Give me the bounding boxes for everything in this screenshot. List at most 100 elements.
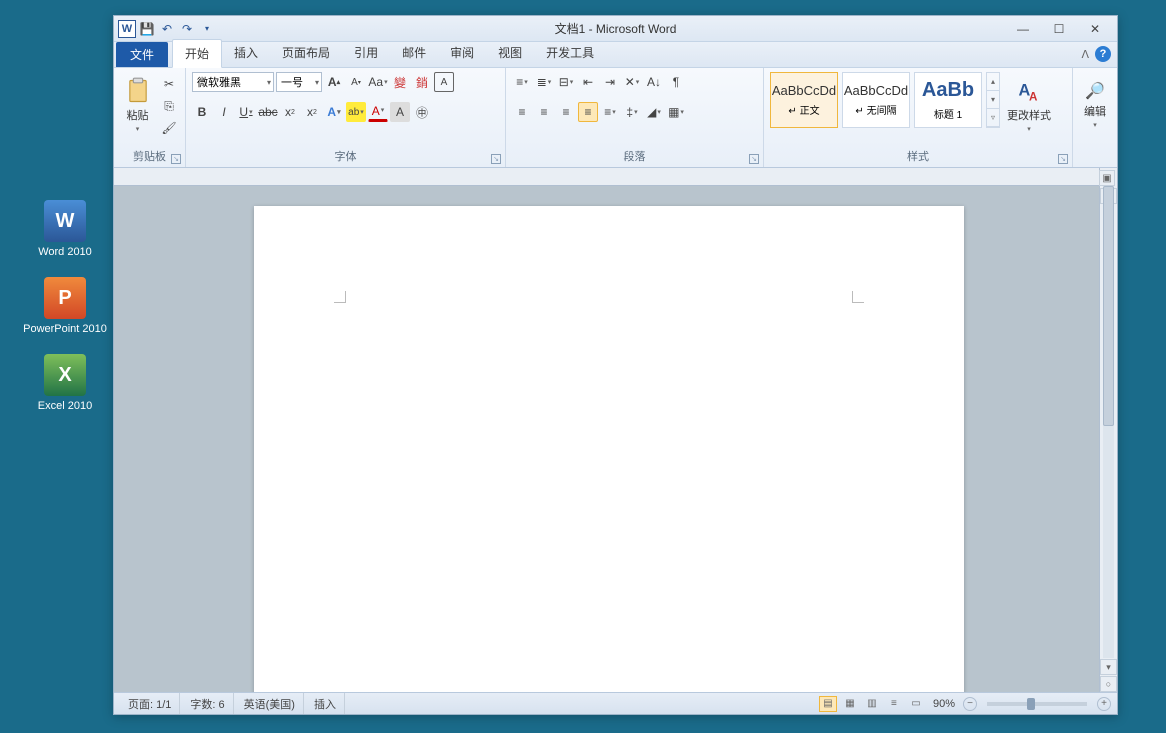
strikethrough-icon[interactable]: abc <box>258 102 278 122</box>
group-styles-label: 样式 <box>770 146 1066 167</box>
shading-icon[interactable]: ◢ <box>644 102 664 122</box>
subscript-icon[interactable]: x2 <box>280 102 300 122</box>
view-full-screen-icon[interactable]: ▦ <box>841 696 859 712</box>
zoom-in-button[interactable]: + <box>1097 697 1111 711</box>
line-spacing-icon[interactable]: ‡ <box>622 102 642 122</box>
page[interactable] <box>254 206 964 692</box>
tab-4[interactable]: 邮件 <box>390 39 438 67</box>
show-marks-icon[interactable]: ¶ <box>666 72 686 92</box>
minimize-ribbon-icon[interactable]: ᐱ <box>1081 48 1089 61</box>
style-item-0[interactable]: AaBbCcDd↵ 正文 <box>770 72 838 128</box>
justify-icon[interactable]: ≡ <box>578 102 598 122</box>
clear-formatting-icon[interactable]: 銷 <box>412 72 432 92</box>
editing-button[interactable]: 🔎 编辑 ▾ <box>1079 72 1111 138</box>
character-border-icon[interactable]: A <box>434 72 454 92</box>
horizontal-ruler[interactable] <box>114 168 1099 186</box>
bullets-icon[interactable]: ≡ <box>512 72 532 92</box>
view-draft-icon[interactable]: ▭ <box>907 696 925 712</box>
paragraph-launcher[interactable]: ↘ <box>749 154 759 164</box>
scroll-thumb[interactable] <box>1103 186 1114 426</box>
tab-0[interactable]: 开始 <box>172 39 222 68</box>
maximize-button[interactable]: ☐ <box>1045 20 1073 38</box>
undo-icon[interactable]: ↶ <box>158 20 176 38</box>
close-button[interactable]: ✕ <box>1081 20 1109 38</box>
styles-expand-icon[interactable]: ▿ <box>987 109 999 127</box>
decrease-indent-icon[interactable]: ⇤ <box>578 72 598 92</box>
font-color-icon[interactable]: A <box>368 102 388 122</box>
highlight-icon[interactable]: ab <box>346 102 366 122</box>
help-icon[interactable]: ? <box>1095 46 1111 62</box>
distributed-icon[interactable]: ≡ <box>600 102 620 122</box>
zoom-out-button[interactable]: − <box>963 697 977 711</box>
styles-up-icon[interactable]: ▴ <box>987 73 999 91</box>
ruler-toggle-icon[interactable]: ▣ <box>1099 170 1115 186</box>
desktop-icon-ppt[interactable]: PPowerPoint 2010 <box>20 277 110 336</box>
change-case-icon[interactable]: Aa <box>368 72 388 92</box>
scroll-down-icon[interactable]: ▾ <box>1100 659 1117 675</box>
asian-layout-icon[interactable]: ✕ <box>622 72 642 92</box>
status-page[interactable]: 页面: 1/1 <box>120 693 180 714</box>
shrink-font-icon[interactable]: A▾ <box>346 72 366 92</box>
view-print-layout-icon[interactable]: ▤ <box>819 696 837 712</box>
multilevel-list-icon[interactable]: ⊟ <box>556 72 576 92</box>
sort-icon[interactable]: A↓ <box>644 72 664 92</box>
status-mode[interactable]: 插入 <box>306 693 345 714</box>
font-name-combo[interactable]: 微软雅黑▾ <box>192 72 274 92</box>
italic-icon[interactable]: I <box>214 102 234 122</box>
minimize-button[interactable]: — <box>1009 20 1037 38</box>
styles-launcher[interactable]: ↘ <box>1058 154 1068 164</box>
save-icon[interactable]: 💾 <box>138 20 156 38</box>
underline-icon[interactable]: U <box>236 102 256 122</box>
view-outline-icon[interactable]: ≡ <box>885 696 903 712</box>
tab-1[interactable]: 插入 <box>222 39 270 67</box>
change-styles-button[interactable]: AA 更改样式 ▾ <box>1004 72 1054 138</box>
tab-7[interactable]: 开发工具 <box>534 39 606 67</box>
document-canvas[interactable] <box>114 186 1099 692</box>
enclose-characters-icon[interactable]: ㊥ <box>412 102 432 122</box>
scroll-track[interactable] <box>1103 186 1114 658</box>
tab-2[interactable]: 页面布局 <box>270 39 342 67</box>
borders-icon[interactable]: ▦ <box>666 102 686 122</box>
paste-button[interactable]: 粘贴 ▾ <box>120 72 155 138</box>
phonetic-guide-icon[interactable]: 變 <box>390 72 410 92</box>
style-item-1[interactable]: AaBbCcDd↵ 无间隔 <box>842 72 910 128</box>
view-web-layout-icon[interactable]: ▥ <box>863 696 881 712</box>
font-size-combo[interactable]: 一号▾ <box>276 72 322 92</box>
tab-3[interactable]: 引用 <box>342 39 390 67</box>
desktop-icon-word[interactable]: WWord 2010 <box>20 200 110 259</box>
align-right-icon[interactable]: ≡ <box>556 102 576 122</box>
style-name: 标题 1 <box>934 106 962 121</box>
vertical-scrollbar[interactable]: ▣ ▴ ▾ ○ <box>1099 168 1117 692</box>
text-effects-icon[interactable]: A <box>324 102 344 122</box>
format-painter-icon[interactable]: 🖌 <box>159 118 179 138</box>
align-left-icon[interactable]: ≡ <box>512 102 532 122</box>
increase-indent-icon[interactable]: ⇥ <box>600 72 620 92</box>
style-item-2[interactable]: AaBb标题 1 <box>914 72 982 128</box>
cut-icon[interactable]: ✂ <box>159 74 179 94</box>
font-launcher[interactable]: ↘ <box>491 154 501 164</box>
align-center-icon[interactable]: ≡ <box>534 102 554 122</box>
qat-customize-icon[interactable]: ▾ <box>198 20 216 38</box>
clipboard-launcher[interactable]: ↘ <box>171 154 181 164</box>
tab-file[interactable]: 文件 <box>116 42 168 67</box>
status-language[interactable]: 英语(美国) <box>236 693 304 714</box>
browse-object-icon[interactable]: ○ <box>1100 676 1117 692</box>
zoom-slider[interactable] <box>987 702 1087 706</box>
character-shading-icon[interactable]: A <box>390 102 410 122</box>
word-icon: W <box>44 200 86 242</box>
zoom-slider-thumb[interactable] <box>1027 698 1035 710</box>
copy-icon[interactable]: ⎘ <box>159 96 179 116</box>
tab-6[interactable]: 视图 <box>486 39 534 67</box>
styles-down-icon[interactable]: ▾ <box>987 91 999 109</box>
tab-5[interactable]: 审阅 <box>438 39 486 67</box>
desktop-icon-xls[interactable]: XExcel 2010 <box>20 354 110 413</box>
app-icon[interactable]: W <box>118 20 136 38</box>
redo-icon[interactable]: ↷ <box>178 20 196 38</box>
quick-access-toolbar: W 💾 ↶ ↷ ▾ <box>114 20 216 38</box>
numbering-icon[interactable]: ≣ <box>534 72 554 92</box>
superscript-icon[interactable]: x2 <box>302 102 322 122</box>
zoom-level[interactable]: 90% <box>929 698 959 710</box>
status-words[interactable]: 字数: 6 <box>182 693 233 714</box>
bold-icon[interactable]: B <box>192 102 212 122</box>
grow-font-icon[interactable]: A▴ <box>324 72 344 92</box>
